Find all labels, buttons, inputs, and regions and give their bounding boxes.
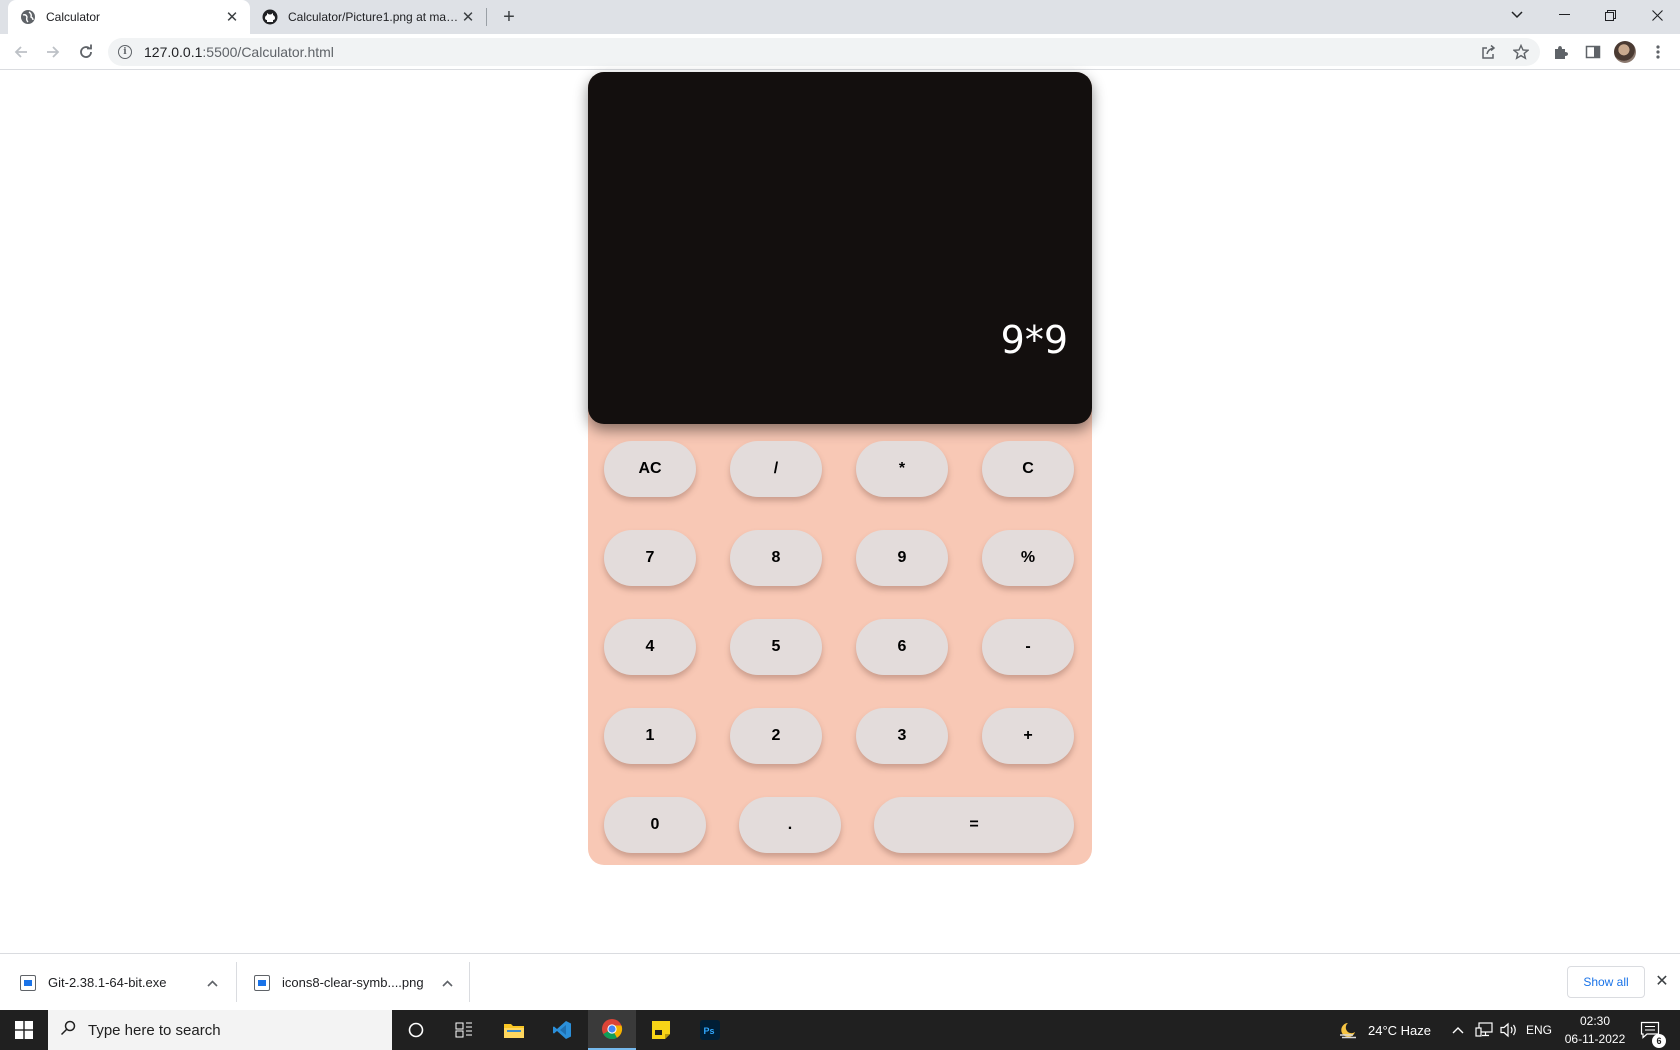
search-placeholder: Type here to search — [88, 1021, 221, 1039]
url-host: 127.0.0.1 — [144, 44, 203, 60]
key-digit-2[interactable]: 2 — [730, 708, 822, 764]
github-icon — [262, 9, 278, 25]
extensions-puzzle-icon[interactable] — [1550, 41, 1572, 63]
network-icon[interactable] — [1475, 1010, 1493, 1050]
taskbar-search[interactable]: Type here to search — [48, 1010, 392, 1050]
image-file-icon — [254, 974, 270, 991]
side-panel-icon[interactable] — [1582, 41, 1604, 63]
search-icon — [60, 1020, 76, 1041]
new-tab-button[interactable]: + — [497, 5, 521, 29]
tab-title: Calculator — [46, 10, 101, 24]
back-arrow-icon[interactable] — [8, 39, 34, 65]
key-digit-1[interactable]: 1 — [604, 708, 696, 764]
chevron-up-icon[interactable] — [442, 976, 453, 990]
tab-calculator[interactable]: Calculator ✕ — [8, 0, 250, 34]
site-info-icon[interactable]: i — [118, 45, 132, 59]
tray-chevron-up-icon[interactable] — [1452, 1010, 1464, 1050]
download-item[interactable]: Git-2.38.1-64-bit.exe — [20, 954, 218, 1011]
reload-icon[interactable] — [73, 39, 99, 65]
volume-icon[interactable] — [1500, 1010, 1518, 1050]
close-tab-icon[interactable]: ✕ — [460, 9, 476, 26]
download-divider — [469, 962, 470, 1002]
weather-text: 24°C Haze — [1368, 1022, 1432, 1038]
sticky-notes-icon[interactable] — [637, 1010, 685, 1050]
close-tab-icon[interactable]: ✕ — [224, 9, 240, 26]
profile-avatar[interactable] — [1614, 41, 1636, 63]
key-digit-8[interactable]: 8 — [730, 530, 822, 586]
clock-time: 02:30 — [1579, 1014, 1611, 1028]
moon-haze-icon — [1340, 1023, 1356, 1039]
globe-icon — [21, 10, 35, 24]
download-filename: Git-2.38.1-64-bit.exe — [48, 975, 167, 990]
minimize-button[interactable] — [1541, 0, 1587, 30]
key-clear[interactable]: C — [982, 441, 1074, 497]
file-explorer-icon[interactable] — [490, 1010, 538, 1050]
bookmark-star-icon[interactable] — [1510, 41, 1532, 63]
notification-count-badge: 6 — [1652, 1034, 1666, 1048]
key-digit-0[interactable]: 0 — [604, 797, 706, 853]
windows-start-icon[interactable] — [0, 1010, 48, 1050]
key-digit-3[interactable]: 3 — [856, 708, 948, 764]
installer-file-icon — [20, 974, 36, 991]
display-expression: 9*9 — [1000, 318, 1068, 362]
tab-divider — [486, 8, 487, 26]
key-all-clear[interactable]: AC — [604, 441, 696, 497]
tab-title: Calculator/Picture1.png at main · — [288, 10, 460, 24]
key-decimal[interactable]: . — [739, 797, 841, 853]
close-window-button[interactable] — [1634, 0, 1680, 30]
clock[interactable]: 02:30 06-11-2022 — [1562, 1010, 1628, 1050]
downloads-bar: Git-2.38.1-64-bit.exe icons8-clear-symb.… — [0, 953, 1680, 1010]
browser-toolbar: i 127.0.0.1:5500/Calculator.html — [0, 34, 1680, 70]
share-icon[interactable] — [1478, 41, 1500, 63]
photoshop-icon[interactable]: Ps — [686, 1010, 734, 1050]
restore-button[interactable] — [1587, 0, 1633, 30]
key-percent[interactable]: % — [982, 530, 1074, 586]
language-indicator[interactable]: ENG — [1526, 1010, 1552, 1050]
cortana-icon[interactable] — [392, 1010, 440, 1050]
tab-github[interactable]: Calculator/Picture1.png at main · ✕ — [254, 0, 486, 34]
url-path: :5500/Calculator.html — [202, 44, 334, 60]
weather-widget[interactable]: 24°C Haze — [1338, 1010, 1431, 1050]
key-add[interactable]: + — [982, 708, 1074, 764]
chevron-up-icon[interactable] — [206, 976, 218, 990]
key-multiply[interactable]: * — [856, 441, 948, 497]
download-filename: icons8-clear-symb....png — [282, 975, 424, 990]
chrome-icon[interactable] — [588, 1010, 636, 1050]
tab-strip: Calculator ✕ Calculator/Picture1.png at … — [0, 0, 1680, 34]
svg-text:Ps: Ps — [704, 1026, 715, 1036]
download-item[interactable]: icons8-clear-symb....png — [254, 954, 453, 1011]
notifications-icon[interactable]: 6 — [1640, 1010, 1666, 1050]
tab-search-chevron-icon[interactable] — [1494, 0, 1540, 30]
key-digit-9[interactable]: 9 — [856, 530, 948, 586]
key-digit-6[interactable]: 6 — [856, 619, 948, 675]
key-equals[interactable]: = — [874, 797, 1074, 853]
calculator: 9*9 AC / * C 7 8 9 % 4 5 6 - 1 2 3 + 0 .… — [588, 72, 1092, 865]
kebab-menu-icon[interactable] — [1647, 41, 1669, 63]
task-view-icon[interactable] — [440, 1010, 488, 1050]
clock-date: 06-11-2022 — [1564, 1032, 1626, 1046]
calculator-display: 9*9 — [588, 72, 1092, 424]
key-subtract[interactable]: - — [982, 619, 1074, 675]
show-all-button[interactable]: Show all — [1567, 966, 1645, 998]
close-downloads-icon[interactable]: ✕ — [1652, 971, 1672, 991]
key-digit-5[interactable]: 5 — [730, 619, 822, 675]
key-divide[interactable]: / — [730, 441, 822, 497]
vscode-icon[interactable] — [538, 1010, 586, 1050]
address-bar[interactable]: i 127.0.0.1:5500/Calculator.html — [108, 38, 1540, 66]
download-divider — [236, 962, 237, 1002]
key-digit-7[interactable]: 7 — [604, 530, 696, 586]
key-digit-4[interactable]: 4 — [604, 619, 696, 675]
forward-arrow-icon[interactable] — [40, 39, 66, 65]
taskbar: Type here to search Ps 24°C Haze ENG 02:… — [0, 1010, 1680, 1050]
